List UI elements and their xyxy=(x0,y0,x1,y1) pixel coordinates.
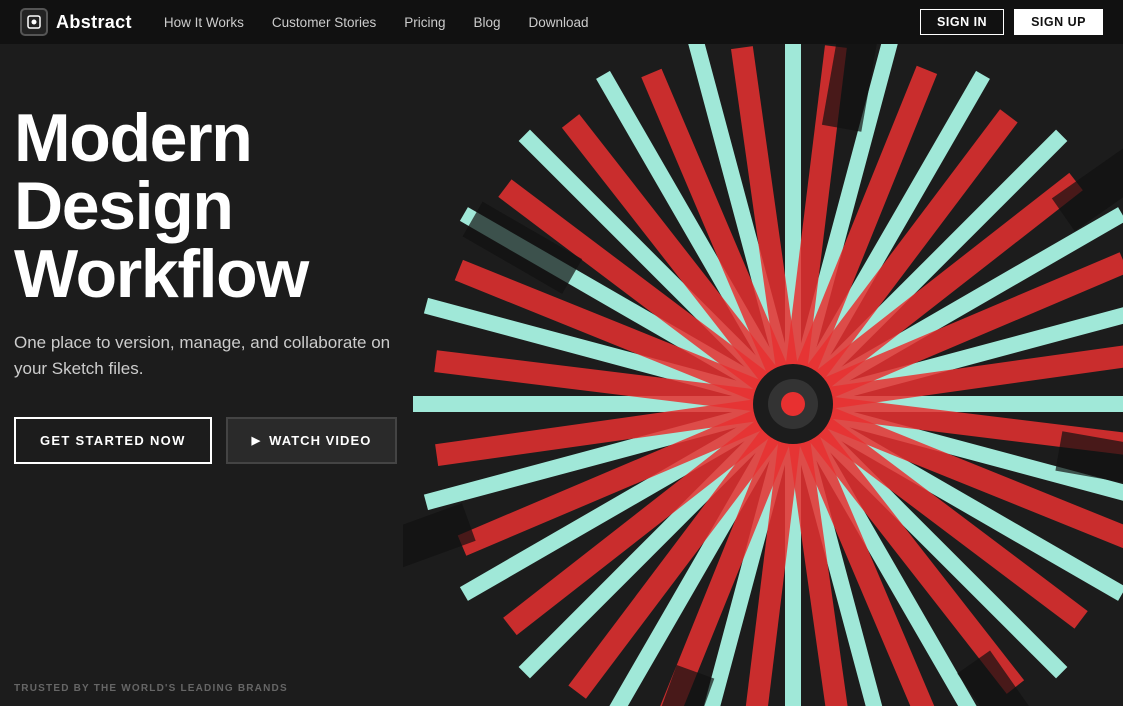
nav-links: How It Works Customer Stories Pricing Bl… xyxy=(164,15,920,30)
hero-graphic xyxy=(403,44,1123,706)
nav-link-customer-stories[interactable]: Customer Stories xyxy=(272,15,376,30)
nav-link-download[interactable]: Download xyxy=(529,15,589,30)
main-nav: Abstract How It Works Customer Stories P… xyxy=(0,0,1123,44)
nav-link-pricing[interactable]: Pricing xyxy=(404,15,445,30)
sign-up-button[interactable]: SIGN UP xyxy=(1014,9,1103,35)
trusted-by-text: TRUSTED BY THE WORLD'S LEADING BRANDS xyxy=(14,683,288,694)
sign-in-button[interactable]: SIGN IN xyxy=(920,9,1004,35)
logo-icon xyxy=(20,8,48,36)
play-icon: ▶ xyxy=(252,434,262,447)
hero-buttons: GET STARTED NOW ▶ WATCH VIDEO xyxy=(14,417,454,464)
nav-link-blog[interactable]: Blog xyxy=(473,15,500,30)
watch-video-label: WATCH VIDEO xyxy=(269,433,371,448)
hero-subtitle: One place to version, manage, and collab… xyxy=(14,330,394,381)
get-started-button[interactable]: GET STARTED NOW xyxy=(14,417,212,464)
logo[interactable]: Abstract xyxy=(20,8,132,36)
nav-link-how-it-works[interactable]: How It Works xyxy=(164,15,244,30)
watch-video-button[interactable]: ▶ WATCH VIDEO xyxy=(226,417,398,464)
hero-section: Modern Design Workflow One place to vers… xyxy=(0,44,1123,706)
logo-text: Abstract xyxy=(56,12,132,33)
hero-content: Modern Design Workflow One place to vers… xyxy=(14,104,454,464)
nav-actions: SIGN IN SIGN UP xyxy=(920,9,1103,35)
hero-title: Modern Design Workflow xyxy=(14,104,454,308)
